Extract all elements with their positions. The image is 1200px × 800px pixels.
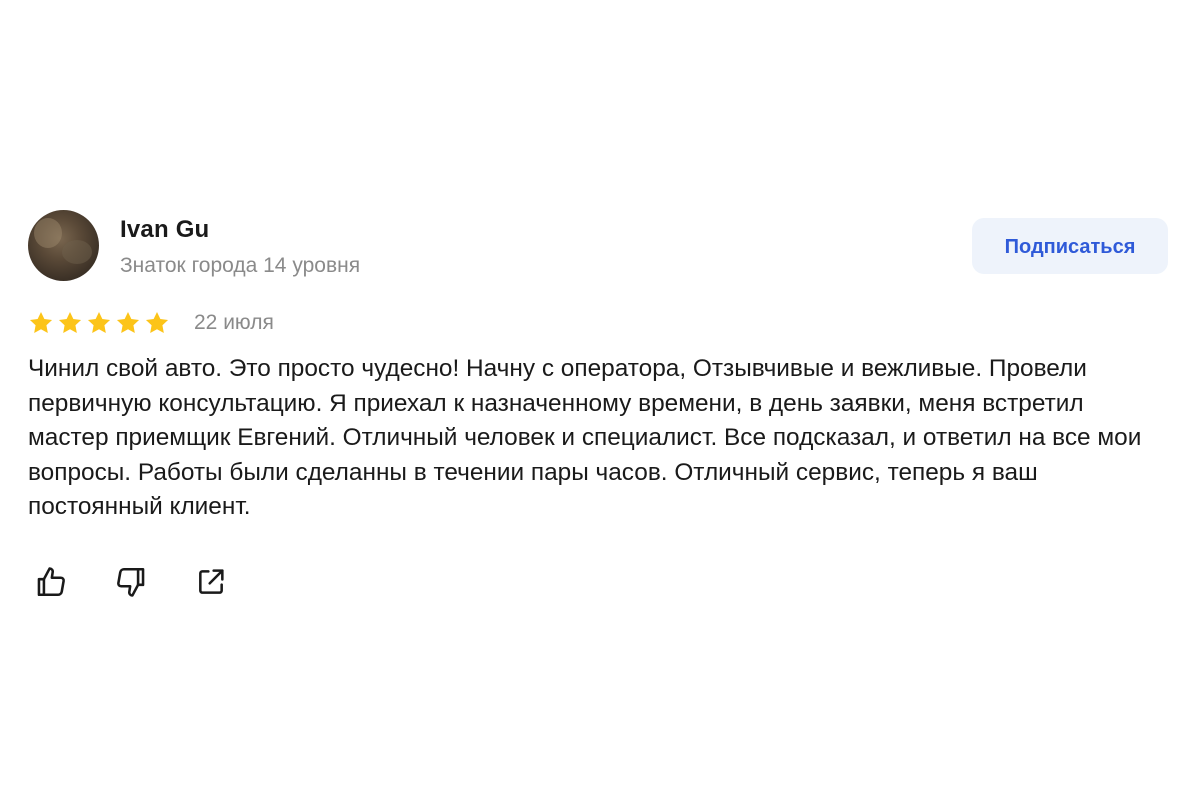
thumbs-up-icon	[37, 567, 65, 597]
rating-row: 22 июля	[28, 308, 274, 338]
author-name[interactable]: Ivan Gu	[120, 216, 209, 244]
like-button[interactable]	[32, 563, 70, 601]
dislike-button[interactable]	[112, 563, 150, 601]
star-icon	[145, 311, 169, 333]
share-button[interactable]	[192, 563, 230, 601]
review-actions	[32, 563, 230, 601]
star-rating	[28, 310, 170, 336]
author-level: Знаток города 14 уровня	[120, 254, 361, 277]
thumbs-down-icon	[117, 567, 145, 597]
star-icon	[116, 311, 140, 333]
avatar[interactable]	[28, 210, 99, 281]
star-icon	[58, 311, 82, 333]
share-icon	[199, 569, 224, 594]
star-icon	[87, 311, 111, 333]
subscribe-button[interactable]: Подписаться	[972, 218, 1168, 274]
star-icon	[29, 311, 53, 333]
review-text: Чинил свой авто. Это просто чудесно! Нач…	[28, 355, 1142, 520]
review-date: 22 июля	[194, 311, 274, 334]
